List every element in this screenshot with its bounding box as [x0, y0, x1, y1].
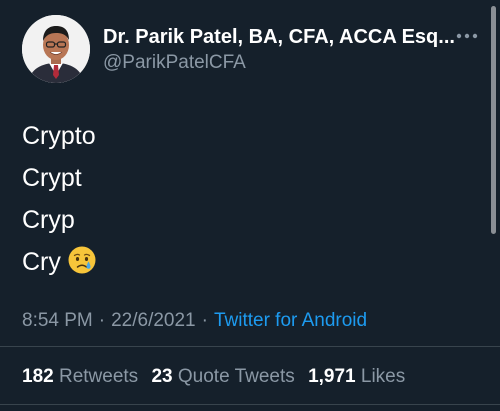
tweet-line-last: Cry: [22, 241, 97, 283]
tweet-date[interactable]: 22/6/2021: [111, 310, 196, 331]
more-icon[interactable]: [455, 26, 479, 46]
retweets-stat[interactable]: 182 Retweets: [22, 366, 138, 387]
tweet-meta: 8:54 PM · 22/6/2021 · Twitter for Android: [22, 310, 367, 332]
tweet-text: Crypto Crypt Cryp Cry: [22, 115, 97, 283]
divider: [0, 346, 500, 347]
tweet-stats: 182 Retweets 23 Quote Tweets 1,971 Likes: [22, 366, 413, 388]
author-handle[interactable]: @ParikPatelCFA: [103, 52, 246, 74]
tweet-line: Crypto: [22, 122, 96, 150]
quote-tweets-count: 23: [151, 366, 173, 387]
tweet-line-text: Cry: [22, 248, 61, 276]
avatar[interactable]: [22, 15, 90, 83]
avatar-portrait-icon: [22, 15, 90, 83]
likes-stat[interactable]: 1,971 Likes: [308, 366, 405, 387]
quote-tweets-label: Quote Tweets: [177, 366, 295, 387]
tweet-line: Cryp: [22, 206, 75, 234]
author-display-name[interactable]: Dr. Parik Patel, BA, CFA, ACCA Esq...: [103, 26, 455, 49]
tweet-source-link[interactable]: Twitter for Android: [214, 310, 367, 331]
crying-face-emoji-icon: [68, 246, 96, 274]
tweet-time[interactable]: 8:54 PM: [22, 310, 93, 331]
scrollbar[interactable]: [491, 6, 496, 234]
likes-count: 1,971: [308, 366, 356, 387]
meta-separator: ·: [201, 310, 208, 331]
tweet-line: Crypt: [22, 164, 82, 192]
tweet-detail: Dr. Parik Patel, BA, CFA, ACCA Esq... @P…: [0, 0, 500, 411]
divider: [0, 404, 500, 405]
retweets-label: Retweets: [58, 366, 139, 387]
retweets-count: 182: [22, 366, 54, 387]
quote-tweets-stat[interactable]: 23 Quote Tweets: [151, 366, 294, 387]
meta-separator: ·: [98, 310, 106, 331]
likes-label: Likes: [360, 366, 406, 387]
